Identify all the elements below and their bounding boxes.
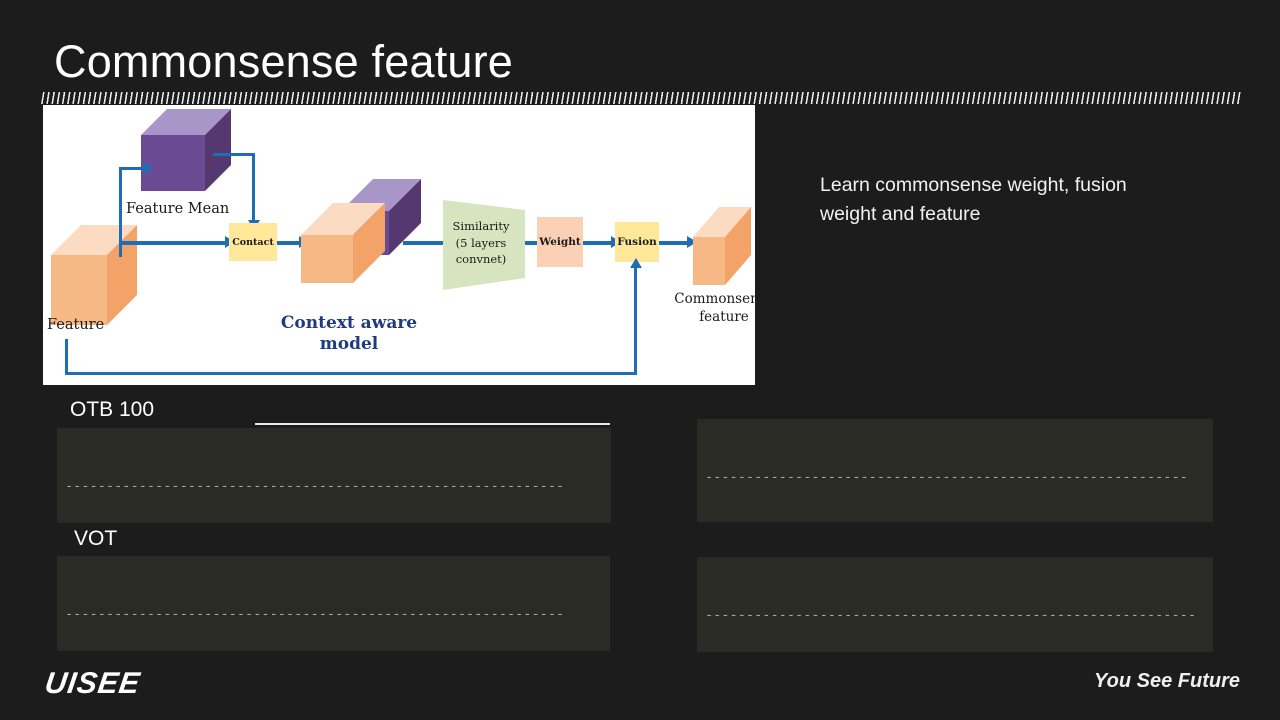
feature-cube xyxy=(51,225,137,325)
fusion-box: Fusion xyxy=(615,222,659,262)
feature-mean-label: Feature Mean xyxy=(126,201,230,217)
context-aware-model-label: Context aware model xyxy=(280,313,418,355)
table-rule-top: ----------------------------------------… xyxy=(705,607,1197,623)
feature-mean-cube-svg xyxy=(141,109,231,191)
commonsense-feature-label: Commonsense feature xyxy=(674,291,755,326)
table-rule-top: ----------------------------------------… xyxy=(705,469,1188,485)
otb-results-table-right: ----------------------------------------… xyxy=(697,419,1213,522)
similarity-label: Similarity (5 layers convnet) xyxy=(452,219,510,267)
contact-box: Contact xyxy=(229,223,277,261)
skip-connection-vertical-left xyxy=(65,339,68,375)
arrow-feature-to-mean-horizontal xyxy=(119,167,145,170)
section-label-otb: OTB 100 xyxy=(70,398,155,421)
vot-results-table-right: ----------------------------------------… xyxy=(697,557,1213,652)
footer-tagline: You See Future xyxy=(1094,670,1240,692)
feature-label: Feature xyxy=(47,317,105,333)
vot-results-table-left: ----------------------------------------… xyxy=(57,556,610,651)
skip-connection-vertical-right xyxy=(634,267,637,375)
arrow-head-to-mean xyxy=(143,162,153,174)
architecture-diagram: Feature Feature Mean Contact Context awa… xyxy=(43,105,755,385)
context-aware-cube xyxy=(301,171,421,283)
uisee-logo: UISEE xyxy=(42,667,143,700)
arrow-mean-to-contact-vertical xyxy=(252,153,255,225)
context-aware-cube-svg xyxy=(301,179,421,283)
right-caption: Learn commonsense weight, fusion weight … xyxy=(820,174,1127,226)
otb-results-table-left: ----------------------------------------… xyxy=(57,428,611,523)
commonsense-cube-svg xyxy=(693,207,751,285)
weight-box: Weight xyxy=(537,217,583,267)
arrow-mean-to-contact-horizontal xyxy=(213,153,255,156)
arrow-feature-to-contact xyxy=(121,241,227,245)
comb-divider xyxy=(41,92,1243,104)
table-rule-top: ----------------------------------------… xyxy=(65,606,565,622)
table-rule-top: ----------------------------------------… xyxy=(65,478,565,494)
arrow-head-skip-to-fusion xyxy=(630,258,642,268)
feature-mean-cube xyxy=(141,105,231,197)
skip-connection-horizontal xyxy=(65,372,637,375)
section-label-vot: VOT xyxy=(74,527,118,550)
overlapping-line-artifact xyxy=(255,423,610,425)
page-title: Commonsense feature xyxy=(54,36,514,87)
commonsense-feature-cube xyxy=(693,203,751,287)
